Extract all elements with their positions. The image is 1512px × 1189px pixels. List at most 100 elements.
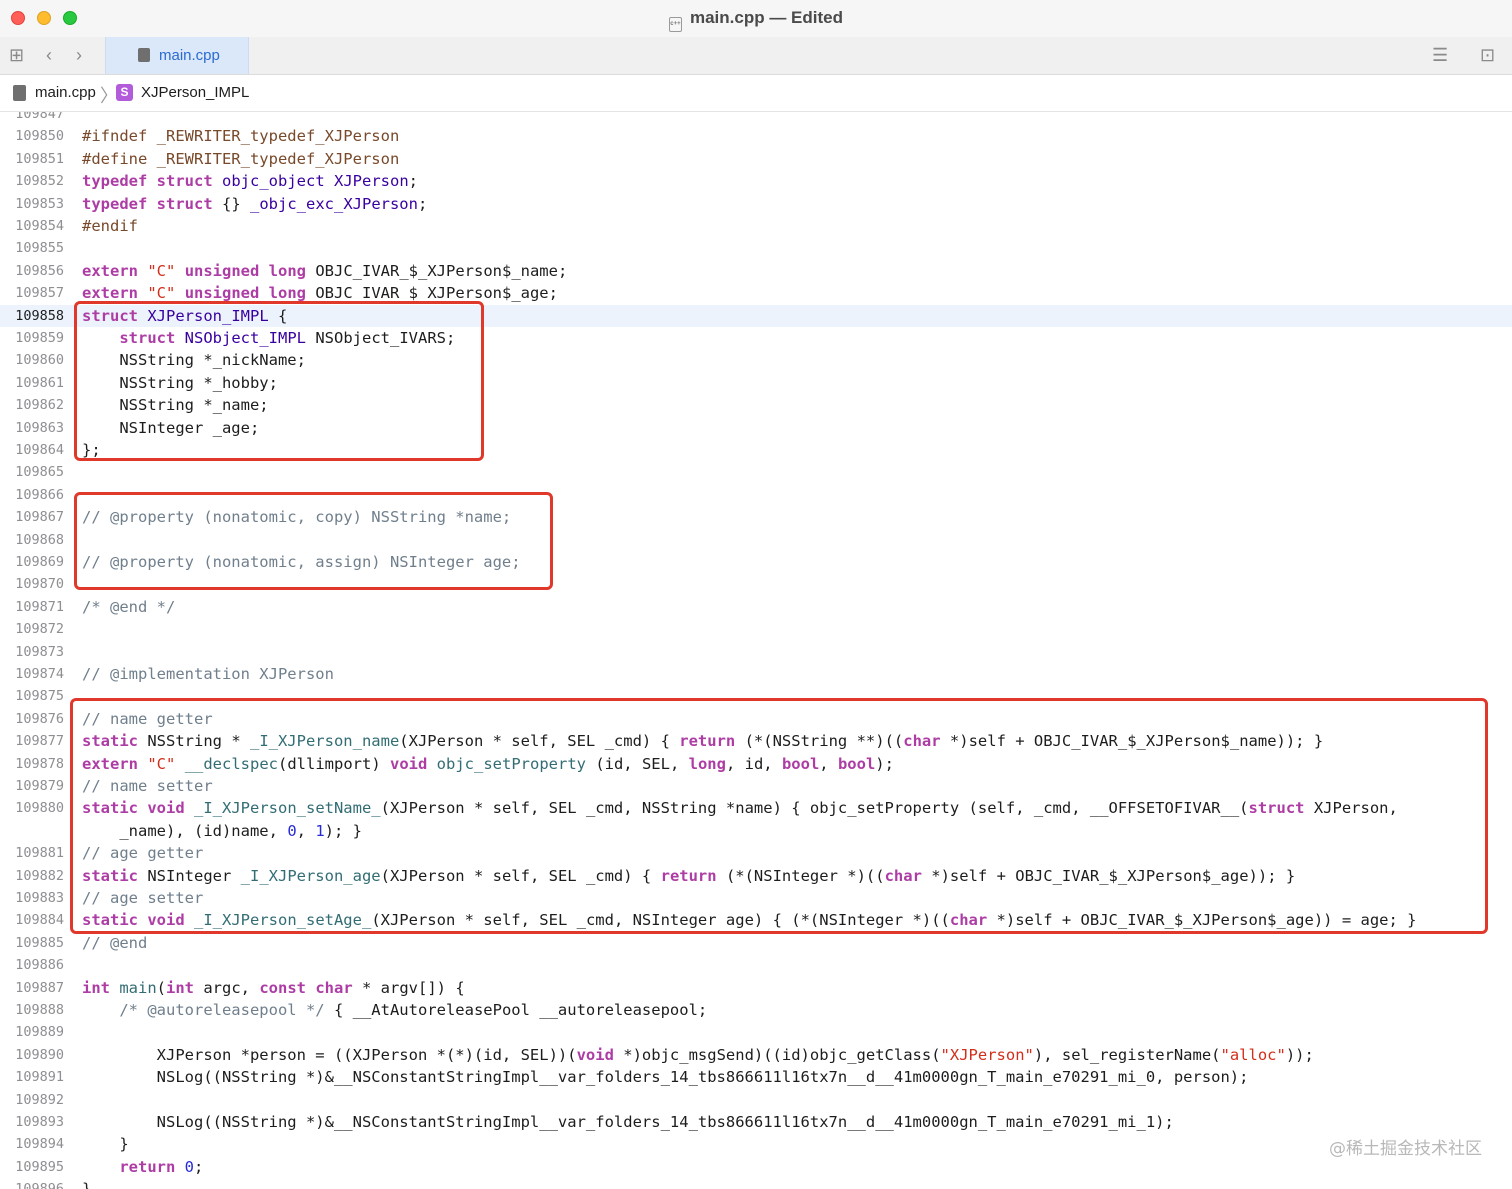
- line-code: return 0;: [82, 1156, 203, 1178]
- related-items-grid-icon[interactable]: ⊞: [9, 46, 24, 64]
- code-line[interactable]: 109884 static void _I_XJPerson_setAge_(XJ…: [0, 909, 1512, 931]
- code-line[interactable]: 109850 #ifndef _REWRITER_typedef_XJPerson: [0, 125, 1512, 147]
- code-token: extern: [82, 284, 138, 303]
- forward-chevron-icon[interactable]: ›: [76, 46, 82, 64]
- code-line[interactable]: 109880 static void _I_XJPerson_setName_(X…: [0, 797, 1512, 819]
- line-number: 109865: [15, 464, 64, 481]
- code-line[interactable]: 109847: [0, 112, 1512, 125]
- code-line[interactable]: 109866: [0, 484, 1512, 506]
- code-token: struct: [119, 329, 176, 347]
- code-line[interactable]: 109863 NSInteger _age;: [0, 417, 1512, 439]
- code-line[interactable]: 109893 NSLog((NSString *)&__NSConstantSt…: [0, 1111, 1512, 1133]
- code-line[interactable]: 109874 // @implementation XJPerson: [0, 663, 1512, 685]
- code-line[interactable]: 109858 struct XJPerson_IMPL {: [0, 304, 1512, 327]
- code-editor[interactable]: 109847 109850 #ifndef _REWRITER_typedef_XJ…: [0, 112, 1512, 1189]
- code-line[interactable]: 109855: [0, 237, 1512, 259]
- code-line[interactable]: 109895 return 0;: [0, 1156, 1512, 1178]
- code-token: NSString *: [138, 732, 250, 751]
- code-line[interactable]: 109885 // @end: [0, 932, 1512, 954]
- code-line[interactable]: 109878 extern "C" __declspec(dllimport) v…: [0, 753, 1512, 775]
- jump-bar-symbol[interactable]: XJPerson_IMPL: [141, 84, 249, 101]
- code-line[interactable]: 109860 NSString *_nickName;: [0, 349, 1512, 371]
- code-line[interactable]: 109879 // name setter: [0, 775, 1512, 797]
- code-token: {}: [212, 194, 250, 213]
- code-token: _I_XJPerson_age: [240, 866, 381, 885]
- code-line[interactable]: 109852 typedef struct objc_object XJPerso…: [0, 170, 1512, 192]
- code-line[interactable]: 109853 typedef struct {} _objc_exc_XJPers…: [0, 193, 1512, 215]
- code-line[interactable]: 109862 NSString *_name;: [0, 394, 1512, 416]
- code-line[interactable]: 109890 XJPerson *person = ((XJPerson *(*…: [0, 1044, 1512, 1066]
- document-icon: c++: [668, 17, 682, 32]
- code-token: bool: [781, 754, 820, 773]
- add-editor-icon[interactable]: ⊡: [1480, 46, 1495, 64]
- code-line[interactable]: 109886: [0, 954, 1512, 976]
- code-line[interactable]: 109865: [0, 461, 1512, 483]
- code-line[interactable]: 109891 NSLog((NSString *)&__NSConstantSt…: [0, 1066, 1512, 1088]
- code-token: #ifndef _REWRITER_typedef_XJPerson: [82, 127, 400, 146]
- code-token: struct: [82, 306, 138, 325]
- code-line[interactable]: 109876 // name getter: [0, 708, 1512, 730]
- code-line[interactable]: 109870: [0, 573, 1512, 595]
- line-code: typedef struct objc_object XJPerson;: [82, 170, 418, 192]
- code-token: NSObject_IVARS;: [306, 329, 456, 347]
- line-number: 109850: [15, 128, 64, 145]
- editor-options-icon[interactable]: ☰: [1432, 46, 1448, 64]
- line-number: 109894: [15, 1136, 64, 1153]
- code-line[interactable]: 109857 extern "C" unsigned long OBJC_IVAR…: [0, 282, 1512, 304]
- code-line[interactable]: _name), (id)name, 0, 1); }: [0, 820, 1512, 842]
- code-line[interactable]: 109872: [0, 618, 1512, 640]
- tab-main-cpp[interactable]: main.cpp: [105, 37, 249, 74]
- code-line[interactable]: 109887 int main(int argc, const char * ar…: [0, 977, 1512, 999]
- code-token: _name), (id)name,: [82, 821, 288, 840]
- code-token: /* @autoreleasepool */: [119, 1001, 325, 1019]
- line-code: XJPerson *person = ((XJPerson *(*)(id, S…: [82, 1044, 1314, 1066]
- code-line[interactable]: 109888 /* @autoreleasepool */ { __AtAuto…: [0, 999, 1512, 1021]
- code-line[interactable]: 109875: [0, 685, 1512, 707]
- struct-symbol-icon: S: [116, 84, 133, 101]
- code-line[interactable]: 109856 extern "C" unsigned long OBJC_IVAR…: [0, 260, 1512, 282]
- line-code: typedef struct {} _objc_exc_XJPerson;: [82, 193, 427, 215]
- code-token: "C": [147, 284, 176, 303]
- code-token: "XJPerson": [940, 1045, 1034, 1064]
- code-token: (XJPerson * self, SEL _cmd, NSString *na…: [380, 799, 1249, 818]
- code-token: "C": [147, 261, 176, 280]
- code-token: _I_XJPerson_setName_: [194, 799, 381, 818]
- line-code: // @property (nonatomic, copy) NSString …: [82, 506, 511, 528]
- code-line[interactable]: 109869 // @property (nonatomic, assign) N…: [0, 551, 1512, 573]
- code-line[interactable]: 109867 // @property (nonatomic, copy) NSS…: [0, 506, 1512, 528]
- code-line[interactable]: 109861 NSString *_hobby;: [0, 372, 1512, 394]
- code-line[interactable]: 109864};: [0, 439, 1512, 461]
- code-line[interactable]: 109882 static NSInteger _I_XJPerson_age(X…: [0, 865, 1512, 887]
- code-token: (dllimport): [278, 754, 390, 773]
- code-token: "C": [147, 754, 176, 773]
- code-token: char: [949, 911, 988, 930]
- line-number: 109870: [15, 576, 64, 593]
- line-code: // name setter: [82, 775, 213, 797]
- code-token: NSInteger: [138, 866, 241, 885]
- code-token: __declspec: [184, 754, 279, 773]
- code-line[interactable]: 109883 // age setter: [0, 887, 1512, 909]
- line-code: struct NSObject_IMPL NSObject_IVARS;: [82, 327, 455, 349]
- code-line[interactable]: 109896}: [0, 1178, 1512, 1189]
- code-line[interactable]: 109871 /* @end */: [0, 596, 1512, 618]
- code-line[interactable]: 109889: [0, 1021, 1512, 1043]
- code-line[interactable]: 109859 struct NSObject_IMPL NSObject_IVA…: [0, 327, 1512, 349]
- code-line[interactable]: 109892: [0, 1089, 1512, 1111]
- code-line[interactable]: 109851 #define _REWRITER_typedef_XJPerson: [0, 148, 1512, 170]
- code-line[interactable]: 109854 #endif: [0, 215, 1512, 237]
- code-line[interactable]: 109877 static NSString * _I_XJPerson_name…: [0, 730, 1512, 752]
- code-line[interactable]: 109894 }: [0, 1133, 1512, 1155]
- back-chevron-icon[interactable]: ‹: [46, 46, 52, 64]
- code-token: ));: [1285, 1045, 1314, 1064]
- code-token: _I_XJPerson_setAge_: [194, 911, 372, 930]
- code-line[interactable]: 109868: [0, 529, 1512, 551]
- code-line[interactable]: 109873: [0, 641, 1512, 663]
- jump-bar-file[interactable]: main.cpp: [35, 84, 96, 101]
- code-token: struct: [156, 194, 213, 213]
- code-line[interactable]: 109881 // age getter: [0, 842, 1512, 864]
- line-code: /* @end */: [82, 596, 175, 618]
